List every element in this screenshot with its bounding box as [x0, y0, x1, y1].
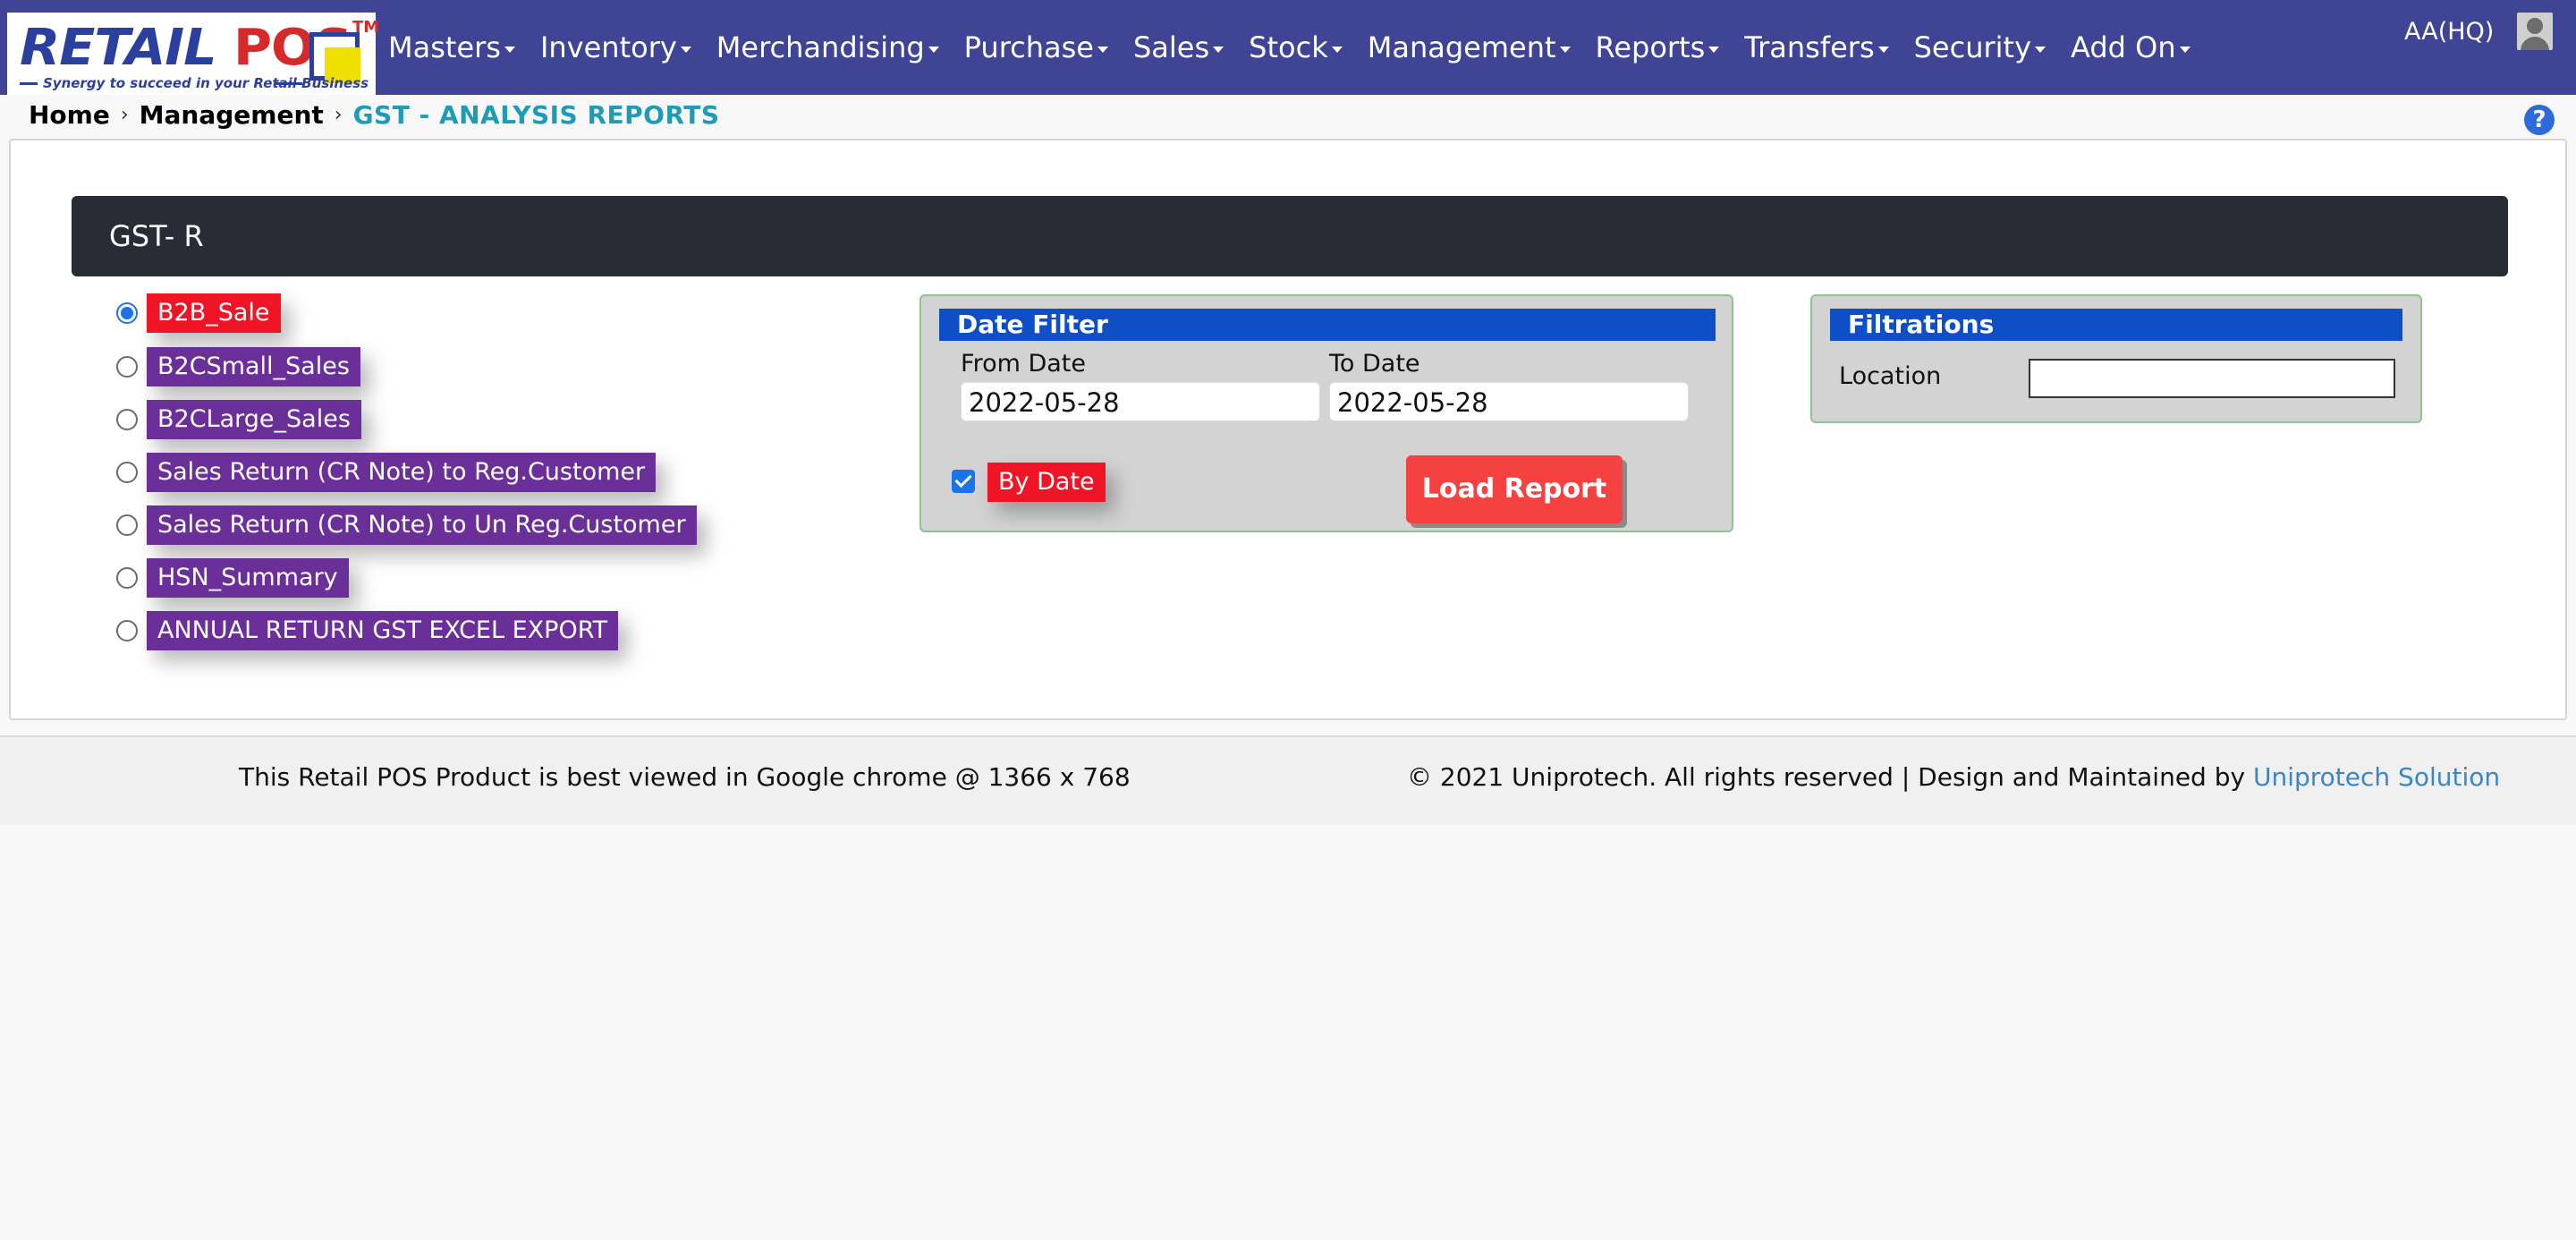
report-option-sales-return-unreg[interactable]: Sales Return (CR Note) to Un Reg.Custome… [116, 505, 697, 546]
menu-label: Transfers [1744, 30, 1875, 64]
report-option-b2c-large-sales[interactable]: B2CLarge_Sales [116, 399, 361, 440]
location-label: Location [1839, 362, 1942, 390]
radio-button[interactable] [116, 514, 138, 536]
chevron-down-icon [1331, 46, 1343, 53]
menu-label: Merchandising [716, 30, 925, 64]
breadcrumb-current: GST - ANALYSIS REPORTS [352, 99, 720, 130]
chevron-down-icon [680, 46, 691, 53]
chevron-down-icon [504, 46, 515, 53]
logo-brand-left: RETAIL [20, 19, 217, 77]
logo-tagline: Synergy to succeed in your Retail Busine… [43, 75, 369, 91]
radio-button[interactable] [116, 302, 138, 324]
menu-reports[interactable]: Reports [1583, 30, 1733, 64]
chevron-down-icon [1097, 46, 1108, 53]
by-date-checkbox[interactable] [952, 470, 975, 493]
by-date-label[interactable]: By Date [987, 463, 1106, 502]
menu-label: Sales [1132, 30, 1210, 64]
report-option-label[interactable]: ANNUAL RETURN GST EXCEL EXPORT [147, 611, 618, 650]
chevron-down-icon [1708, 46, 1720, 53]
radio-button[interactable] [116, 409, 138, 430]
report-option-hsn-summary[interactable]: HSN_Summary [116, 557, 349, 599]
user-avatar-icon[interactable] [2517, 13, 2553, 50]
menu-label: Stock [1249, 30, 1328, 64]
menu-masters[interactable]: Masters [376, 30, 528, 64]
from-date-input[interactable]: 2022-05-28 [961, 382, 1320, 421]
report-option-b2c-small-sales[interactable]: B2CSmall_Sales [116, 346, 360, 387]
breadcrumb-management[interactable]: Management [140, 100, 324, 130]
menu-label: Masters [388, 30, 501, 64]
radio-button[interactable] [116, 462, 138, 483]
menu-stock[interactable]: Stock [1236, 30, 1355, 64]
main-menu: Masters Inventory Merchandising Purchase… [376, 0, 2203, 95]
to-date-input[interactable]: 2022-05-28 [1329, 382, 1689, 421]
logo-wordmark: RETAIL POS [20, 21, 352, 75]
date-filter-box: Date Filter From Date To Date 2022-05-28… [919, 294, 1733, 532]
chevron-down-icon [2035, 46, 2046, 53]
menu-sales[interactable]: Sales [1121, 30, 1236, 64]
footer-company-link[interactable]: Uniprotech Solution [2253, 762, 2500, 792]
retail-pos-logo[interactable]: RETAIL POS TM Synergy to succeed in your… [7, 13, 379, 95]
logo-line-right [275, 82, 302, 85]
menu-label: Reports [1595, 30, 1706, 64]
report-option-label[interactable]: Sales Return (CR Note) to Reg.Customer [147, 453, 657, 492]
menu-add-on[interactable]: Add On [2058, 30, 2203, 64]
chevron-down-icon [1213, 46, 1224, 53]
menu-transfers[interactable]: Transfers [1732, 30, 1901, 64]
top-navbar: RETAIL POS TM Synergy to succeed in your… [0, 0, 2576, 95]
date-filter-title: Date Filter [939, 309, 1716, 341]
radio-button[interactable] [116, 356, 138, 378]
main-panel: GST- R B2B_Sale B2CSmall_Sales B2CLarge_… [9, 139, 2567, 720]
help-icon[interactable]: ? [2524, 105, 2555, 135]
menu-label: Purchase [963, 30, 1094, 64]
chevron-right-icon: › [334, 103, 343, 126]
radio-button[interactable] [116, 567, 138, 589]
report-option-label[interactable]: B2CLarge_Sales [147, 400, 361, 439]
report-option-sales-return-reg[interactable]: Sales Return (CR Note) to Reg.Customer [116, 452, 657, 493]
report-option-label[interactable]: HSN_Summary [147, 558, 349, 598]
user-name[interactable]: AA(HQ) [2404, 18, 2494, 46]
menu-purchase[interactable]: Purchase [952, 30, 1121, 64]
location-input[interactable] [2029, 359, 2395, 398]
filtrations-box: Filtrations Location [1810, 294, 2422, 423]
report-option-label[interactable]: B2B_Sale [147, 293, 281, 333]
menu-label: Management [1367, 30, 1556, 64]
from-date-label: From Date [961, 350, 1087, 378]
report-option-label[interactable]: Sales Return (CR Note) to Un Reg.Custome… [147, 505, 697, 545]
menu-label: Inventory [539, 30, 677, 64]
radio-button[interactable] [116, 620, 138, 641]
menu-label: Security [1913, 30, 2032, 64]
chevron-right-icon: › [120, 103, 129, 126]
footer: This Retail POS Product is best viewed i… [0, 735, 2576, 825]
footer-copyright-text: © 2021 Uniprotech. All rights reserved |… [1407, 762, 2253, 792]
chevron-down-icon [928, 46, 939, 53]
footer-browser-note: This Retail POS Product is best viewed i… [239, 762, 1131, 792]
footer-copyright: © 2021 Uniprotech. All rights reserved |… [1407, 762, 2500, 792]
logo-square-icon [309, 32, 360, 83]
chevron-down-icon [2179, 46, 2190, 53]
menu-security[interactable]: Security [1902, 30, 2058, 64]
panel-title: GST- R [72, 196, 2508, 276]
breadcrumb: Home › Management › GST - ANALYSIS REPOR… [29, 98, 720, 131]
report-option-b2b-sale[interactable]: B2B_Sale [116, 293, 281, 334]
menu-merchandising[interactable]: Merchandising [704, 30, 952, 64]
to-date-label: To Date [1329, 350, 1420, 378]
chevron-down-icon [1559, 46, 1571, 53]
filtrations-title: Filtrations [1830, 309, 2402, 341]
menu-label: Add On [2071, 30, 2176, 64]
report-option-annual-return[interactable]: ANNUAL RETURN GST EXCEL EXPORT [116, 610, 618, 651]
breadcrumb-home[interactable]: Home [29, 100, 110, 130]
menu-management[interactable]: Management [1355, 30, 1583, 64]
report-option-label[interactable]: B2CSmall_Sales [147, 347, 360, 386]
menu-inventory[interactable]: Inventory [528, 30, 704, 64]
logo-line-left [20, 82, 38, 85]
chevron-down-icon [1877, 46, 1889, 53]
load-report-button[interactable]: Load Report [1406, 455, 1623, 523]
